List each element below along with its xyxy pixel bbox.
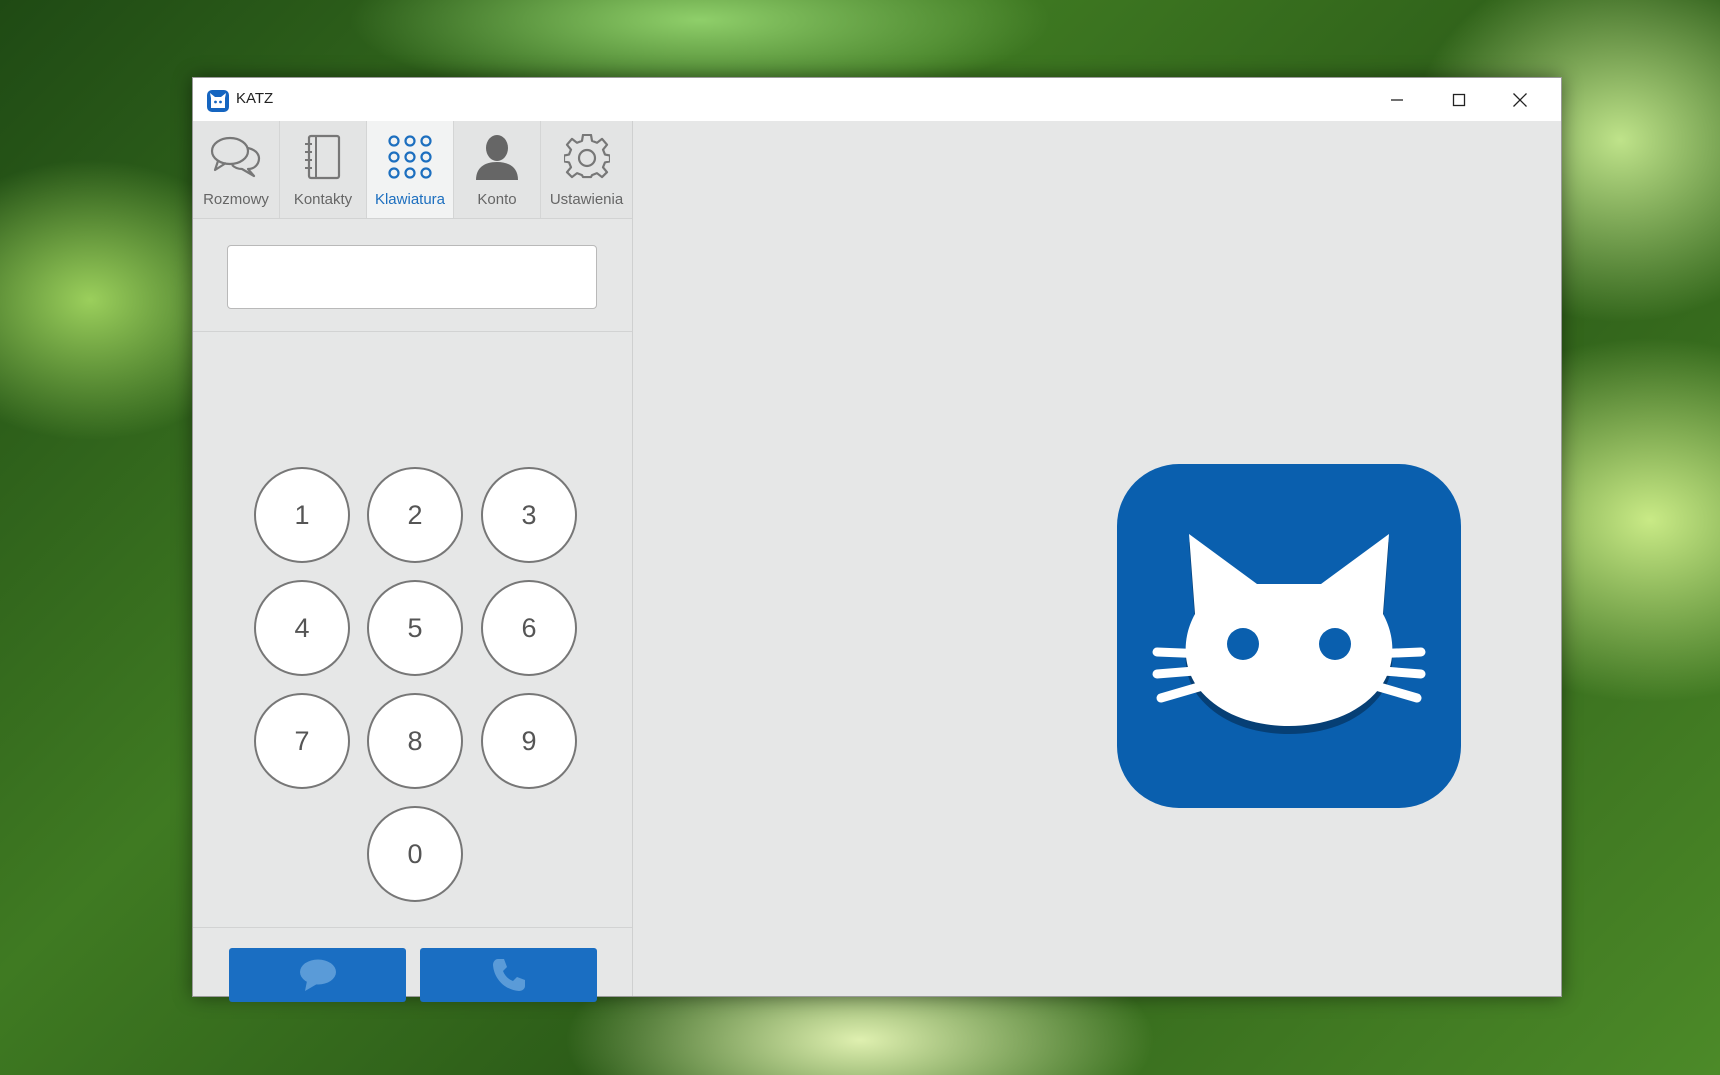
tab-label: Ustawienia [549,191,624,208]
gear-icon [563,134,610,179]
tab-ustawienia[interactable]: Ustawienia [541,121,632,218]
close-button[interactable] [1490,78,1550,121]
tab-label: Konto [477,191,517,208]
minimize-button[interactable] [1367,78,1427,121]
dial-key-1[interactable]: 1 [254,467,350,563]
title-bar[interactable]: KATZ [193,78,1561,121]
phone-number-input[interactable] [227,245,597,309]
tab-konto[interactable]: Konto [454,121,541,218]
send-message-button[interactable] [229,948,406,1002]
maximize-icon [1452,93,1466,106]
chat-bubbles-icon [210,136,261,178]
tab-label: Kontakty [293,191,353,208]
tab-klawiatura[interactable]: Klawiatura [367,121,454,218]
tab-rozmowy[interactable]: Rozmowy [193,121,280,218]
person-icon [476,135,518,180]
tab-label: Klawiatura [374,191,446,208]
tab-bar: Rozmowy Kontakty Klawiatura Konto Ustawi… [193,121,632,219]
divider [193,331,632,332]
dialer-panel: Rozmowy Kontakty Klawiatura Konto Ustawi… [193,121,633,1002]
tab-kontakty[interactable]: Kontakty [280,121,367,218]
close-icon [1513,92,1527,107]
tab-label: Rozmowy [203,191,269,208]
divider [193,927,632,928]
address-book-icon [305,134,341,180]
dial-key-7[interactable]: 7 [254,693,350,789]
app-window: KATZ Rozmowy Kontakty Klawiatura Konto U… [192,77,1562,1002]
dial-key-2[interactable]: 2 [367,467,463,563]
dial-key-5[interactable]: 5 [367,580,463,676]
minimize-icon [1391,98,1403,101]
dial-key-3[interactable]: 3 [481,467,577,563]
dial-key-4[interactable]: 4 [254,580,350,676]
dial-key-8[interactable]: 8 [367,693,463,789]
window-title: KATZ [236,90,274,107]
call-button[interactable] [420,948,597,1002]
katz-logo-icon [1117,464,1461,808]
dial-key-9[interactable]: 9 [481,693,577,789]
phone-icon [492,959,525,991]
dial-key-0[interactable]: 0 [367,806,463,902]
katz-cat-icon [207,90,229,112]
maximize-button[interactable] [1429,78,1489,121]
dial-key-6[interactable]: 6 [481,580,577,676]
dialpad-icon [388,135,432,179]
chat-bubble-icon [299,959,336,991]
